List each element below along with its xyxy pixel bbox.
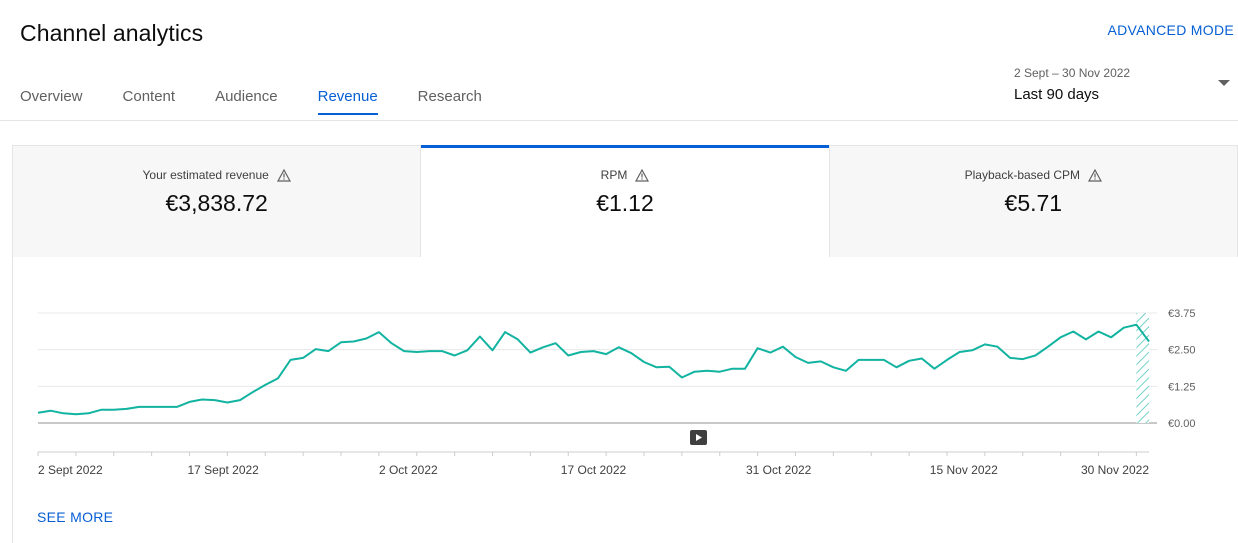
tab-research[interactable]: Research [418,88,482,115]
y-tick-label: €1.25 [1168,381,1196,393]
date-range-text: 2 Sept – 30 Nov 2022 [1014,66,1131,80]
advanced-mode-button[interactable]: ADVANCED MODE [1107,22,1234,38]
rpm-line-chart: €3.75 €2.50 €1.25 €0.00 2 Sept 2022 17 Sept 2… [37,308,1196,477]
metric-value: €5.71 [1004,190,1063,216]
x-tick-label: 17 Oct 2022 [561,463,627,477]
y-tick-label: €3.75 [1168,308,1196,320]
x-tick-label: 17 Sept 2022 [187,463,259,477]
x-tick-label: 2 Oct 2022 [379,463,438,477]
see-more-link[interactable]: SEE MORE [37,509,113,525]
tab-overview[interactable]: Overview [20,88,83,115]
warning-icon [1088,168,1103,182]
warning-icon [635,168,650,182]
metric-value: €1.12 [596,190,654,216]
tab-content[interactable]: Content [123,88,176,115]
x-tick-label: 30 Nov 2022 [1081,463,1149,477]
y-tick-label: €0.00 [1168,418,1196,430]
rpm-chart-panel: €3.75 €2.50 €1.25 €0.00 2 Sept 2022 17 Sept 2… [12,257,1238,543]
y-tick-label: €2.50 [1168,345,1196,357]
metric-label: Playback-based CPM [964,168,1081,182]
date-range-label: Last 90 days [1014,86,1100,103]
tab-bar: Overview Content Audience Revenue Resear… [20,88,522,115]
dropdown-arrow-icon [1218,80,1230,86]
metric-card-revenue[interactable]: Your estimated revenue €3,838.72 [13,146,422,257]
incomplete-data-region [1136,313,1149,423]
metric-cards: Your estimated revenue €3,838.72 RPM €1.… [12,145,1238,257]
warning-icon [276,168,291,182]
header-divider [0,120,1238,121]
metric-label: RPM [600,168,628,182]
metric-card-rpm[interactable]: RPM €1.12 [421,145,830,257]
tab-audience[interactable]: Audience [215,88,278,115]
metric-value: €3,838.72 [165,190,268,216]
x-tick-label: 31 Oct 2022 [746,463,812,477]
date-range-picker[interactable]: 2 Sept – 30 Nov 2022 Last 90 days [1014,66,1238,108]
x-tick-label: 2 Sept 2022 [38,463,103,477]
metric-label: Your estimated revenue [142,168,269,182]
page-title: Channel analytics [20,20,204,46]
x-tick-label: 15 Nov 2022 [930,463,998,477]
rpm-series-line [37,323,1150,416]
metric-card-cpm[interactable]: Playback-based CPM €5.71 [829,146,1237,257]
tab-revenue[interactable]: Revenue [317,88,378,115]
